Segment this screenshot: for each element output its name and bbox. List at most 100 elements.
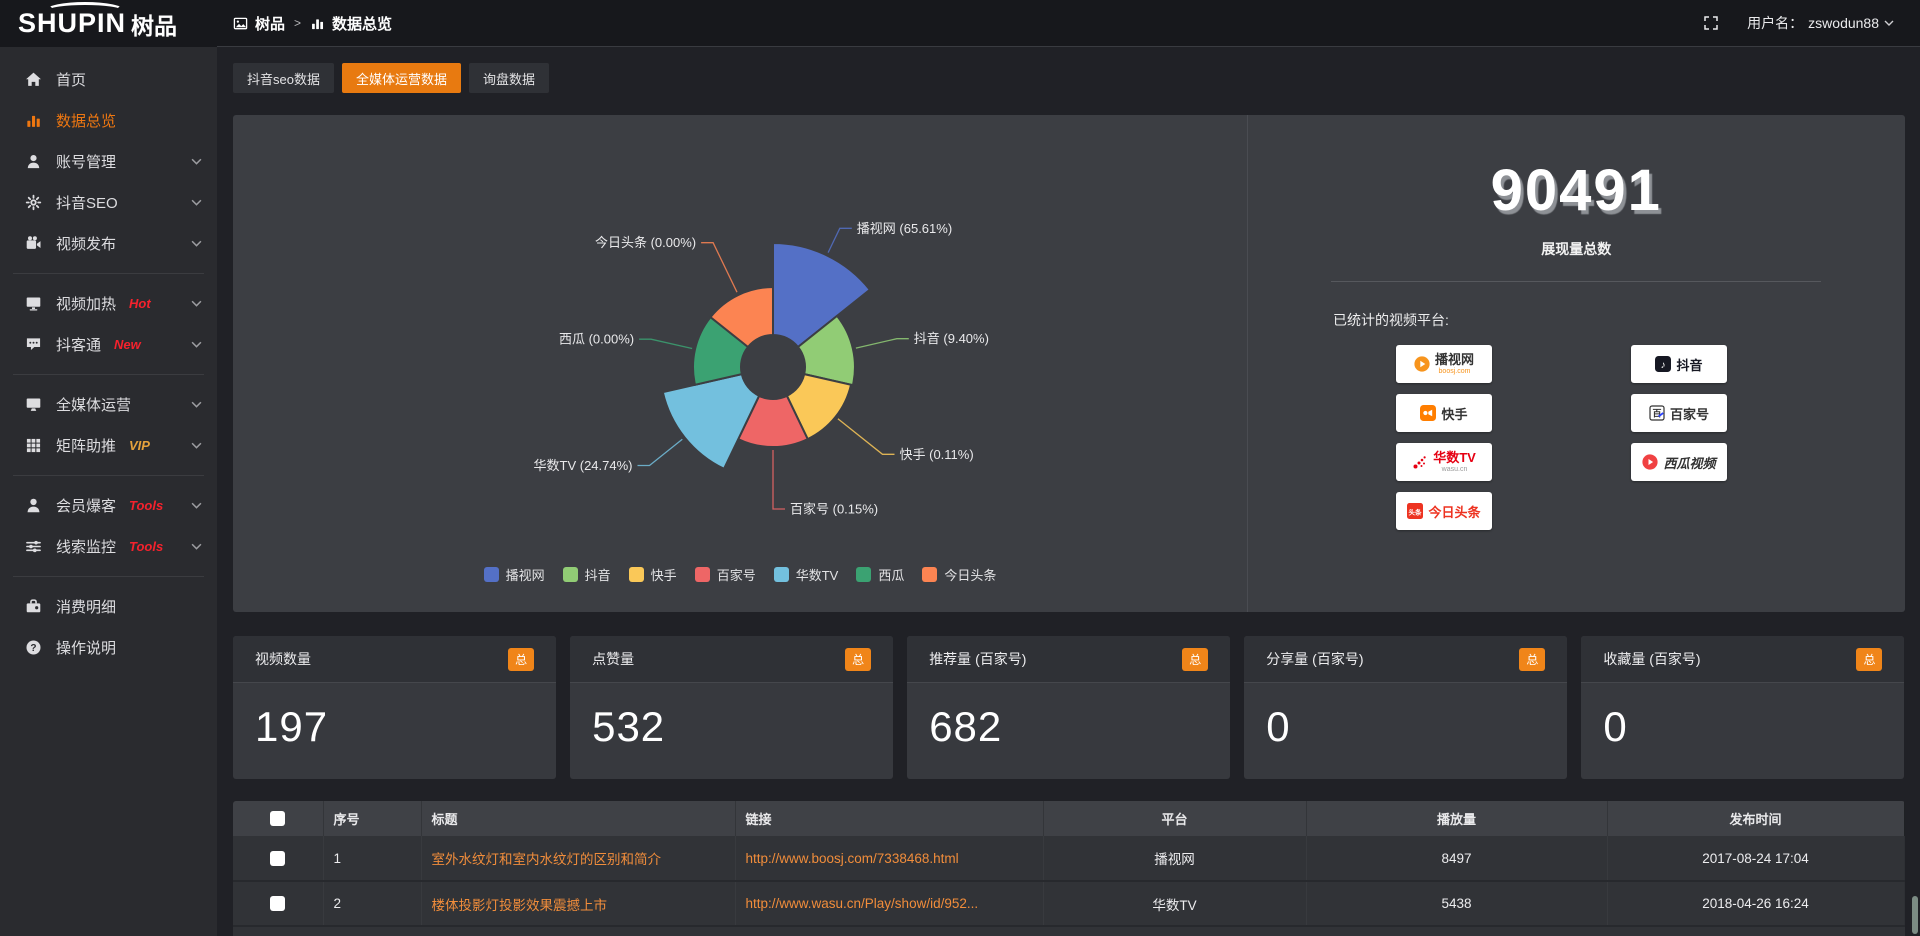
platform-subtext: boosj.com bbox=[1439, 368, 1471, 375]
sidebar-item-badge: Hot bbox=[129, 296, 151, 311]
sidebar-item-account-manage[interactable]: 账号管理 bbox=[0, 141, 217, 182]
legend-item-2[interactable]: 快手 bbox=[629, 565, 677, 584]
chevron-down-icon bbox=[191, 502, 202, 510]
sidebar-item-home[interactable]: 首页 bbox=[0, 59, 217, 100]
sidebar-item-label: 操作说明 bbox=[56, 637, 116, 658]
stat-card-3: 分享量 (百家号)总0 bbox=[1244, 636, 1567, 779]
tab-douyin-seo-data[interactable]: 抖音seo数据 bbox=[233, 63, 334, 93]
sidebar-item-label: 会员爆客 bbox=[56, 495, 116, 516]
stat-card-header: 推荐量 (百家号)总 bbox=[907, 636, 1230, 683]
publish-time-cell: 2018-04-26 16:24 bbox=[1607, 881, 1904, 926]
tab-omni-media-data[interactable]: 全媒体运营数据 bbox=[342, 63, 461, 93]
sidebar-item-label: 全媒体运营 bbox=[56, 394, 131, 415]
stat-card-value: 0 bbox=[1581, 683, 1904, 751]
stat-card-label: 收藏量 (百家号) bbox=[1603, 649, 1700, 669]
select-all-checkbox[interactable] bbox=[270, 811, 285, 826]
table-row: 2楼体投影灯投影效果震撼上市http://www.wasu.cn/Play/sh… bbox=[233, 881, 1904, 926]
stat-card-header: 分享量 (百家号) 总 bbox=[1244, 636, 1567, 683]
sidebar-item-clue-monitor[interactable]: 线索监控Tools bbox=[0, 526, 217, 567]
sidebar-item-omni-media[interactable]: 全媒体运营 bbox=[0, 384, 217, 425]
video-title-link[interactable]: 楼体投影灯投影效果震撼上市 bbox=[421, 881, 735, 926]
sidebar-item-member-baoke[interactable]: 会员爆客Tools bbox=[0, 485, 217, 526]
legend-item-6[interactable]: 今日头条 bbox=[922, 565, 996, 584]
platform-badge-kuaishou: 快手 bbox=[1396, 394, 1492, 432]
legend-item-1[interactable]: 抖音 bbox=[563, 565, 611, 584]
impressions-total-value: 90491 bbox=[1248, 157, 1905, 224]
topbar-main: 树品 > 数据总览 用户名：zswodun88 bbox=[217, 0, 1920, 47]
kuaishou-logo-icon bbox=[1420, 405, 1436, 421]
stat-card-4: 收藏量 (百家号) 总 0 bbox=[1581, 636, 1904, 779]
sidebar-divider bbox=[13, 374, 204, 375]
stat-card-1: 点赞量总532 bbox=[570, 636, 893, 779]
stat-total-badge[interactable]: 总 bbox=[845, 648, 871, 671]
table-header-checkbox-cell bbox=[233, 801, 323, 836]
sidebar-divider bbox=[13, 576, 204, 577]
wasu-logo-icon bbox=[1412, 454, 1428, 470]
stat-total-badge[interactable]: 总 bbox=[508, 648, 534, 671]
legend-swatch bbox=[856, 567, 871, 582]
stat-card-value: 682 bbox=[907, 683, 1230, 751]
sidebar-item-label: 数据总览 bbox=[56, 110, 116, 131]
chevron-down-icon bbox=[191, 401, 202, 409]
row-checkbox-cell bbox=[233, 881, 323, 926]
platform-name: 播视网 bbox=[1435, 353, 1474, 366]
row-checkbox[interactable] bbox=[270, 896, 285, 911]
videos-table-panel: 序号标题链接平台播放量发布时间 1室外水纹灯和室内水纹灯的区别和简介http:/… bbox=[233, 801, 1905, 936]
platform-badge-toutiao: 头条今日头条 bbox=[1396, 492, 1492, 530]
sidebar-item-data-overview[interactable]: 数据总览 bbox=[0, 100, 217, 141]
legend-item-4[interactable]: 华数TV bbox=[774, 565, 839, 584]
video-title-link[interactable]: 室外水纹灯和室内水纹灯的区别和简介 bbox=[421, 836, 735, 881]
sidebar-item-badge: VIP bbox=[129, 438, 150, 453]
pie-label-line-6 bbox=[701, 243, 737, 293]
stat-total-badge[interactable]: 总 bbox=[1856, 648, 1882, 671]
video-url-link[interactable]: http://www.boosj.com/7338468.html bbox=[735, 836, 1043, 881]
chevron-down-icon bbox=[191, 543, 202, 551]
douyin-logo-icon: ♪ bbox=[1655, 356, 1671, 372]
sidebar-divider bbox=[13, 273, 204, 274]
rose-pie-chart: 播视网 (65.61%)抖音 (9.40%)快手 (0.11%)百家号 (0.1… bbox=[233, 115, 1247, 612]
stat-card-label: 分享量 (百家号) bbox=[1266, 649, 1363, 669]
pie-label-5: 西瓜 (0.00%) bbox=[559, 332, 634, 347]
platform-badge-boosj: 播视网 boosj.com bbox=[1396, 345, 1492, 383]
video-url-link[interactable]: http://www.wasu.cn/Play/show/id/952... bbox=[735, 881, 1043, 926]
sidebar-item-label: 抖音SEO bbox=[56, 192, 118, 213]
legend-item-3[interactable]: 百家号 bbox=[695, 565, 756, 584]
sidebar-item-matrix-boost[interactable]: 矩阵助推VIP bbox=[0, 425, 217, 466]
pie-slice-4[interactable] bbox=[663, 374, 759, 469]
row-index-cell: 1 bbox=[323, 836, 421, 881]
sidebar-item-label: 视频发布 bbox=[56, 233, 116, 254]
svg-text:头条: 头条 bbox=[1409, 507, 1423, 516]
pie-label-6: 今日头条 (0.00%) bbox=[595, 235, 696, 250]
chart-legend: 播视网抖音快手百家号华数TV 西瓜今日头条 bbox=[233, 565, 1247, 584]
sidebar-item-douketong[interactable]: 抖客通New bbox=[0, 324, 217, 365]
overview-panel: 播视网 (65.61%)抖音 (9.40%)快手 (0.11%)百家号 (0.1… bbox=[233, 115, 1905, 612]
sidebar-item-badge: Tools bbox=[129, 539, 163, 554]
platform-cell: 播视网 bbox=[1043, 836, 1306, 881]
pie-label-line-3 bbox=[773, 450, 785, 509]
stat-card-header: 视频数量总 bbox=[233, 636, 556, 683]
sidebar-item-label: 首页 bbox=[56, 69, 86, 90]
impressions-total-label: 展现量总数 bbox=[1248, 239, 1905, 259]
sidebar-item-consume-detail[interactable]: 消费明细 bbox=[0, 586, 217, 627]
fullscreen-icon[interactable] bbox=[1703, 15, 1719, 31]
sidebar-item-video-heat[interactable]: 视频加热Hot bbox=[0, 283, 217, 324]
breadcrumb-current-icon bbox=[310, 16, 325, 31]
stat-total-badge[interactable]: 总 bbox=[1519, 648, 1545, 671]
legend-item-5[interactable]: 西瓜 bbox=[856, 565, 904, 584]
scrollbar-thumb[interactable] bbox=[1912, 896, 1918, 934]
stat-total-badge[interactable]: 总 bbox=[1182, 648, 1208, 671]
sidebar-item-help-guide[interactable]: ?操作说明 bbox=[0, 627, 217, 668]
sidebar-item-badge: New bbox=[114, 337, 141, 352]
legend-swatch bbox=[563, 567, 578, 582]
sidebar-item-video-publish[interactable]: 视频发布 bbox=[0, 223, 217, 264]
chevron-down-icon bbox=[191, 199, 202, 207]
row-checkbox[interactable] bbox=[270, 851, 285, 866]
sidebar-item-douyin-seo[interactable]: 抖音SEO bbox=[0, 182, 217, 223]
home-icon bbox=[25, 71, 42, 88]
user-menu[interactable]: 用户名：zswodun88 bbox=[1747, 13, 1894, 33]
impressions-summary: 90491 展现量总数 已统计的视频平台: 播视网boosj.com♪抖音快手百… bbox=[1247, 115, 1905, 612]
tab-inquiry-data[interactable]: 询盘数据 bbox=[469, 63, 549, 93]
breadcrumb-root[interactable]: 树品 bbox=[255, 13, 285, 34]
row-checkbox-cell bbox=[233, 836, 323, 881]
legend-item-0[interactable]: 播视网 bbox=[484, 565, 545, 584]
